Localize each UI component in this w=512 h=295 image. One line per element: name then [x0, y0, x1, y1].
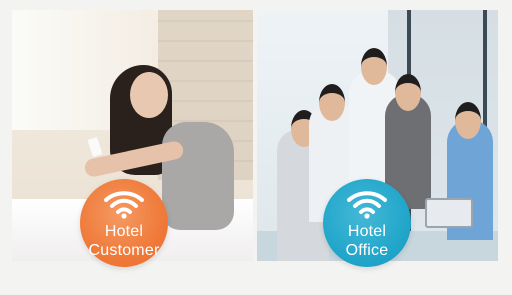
phone-icon [87, 136, 103, 158]
hotel-office-badge: Hotel Office [323, 179, 411, 267]
person-right-head [455, 102, 481, 139]
person-middle-head [361, 48, 387, 85]
badge-label-line2: Office [345, 242, 389, 259]
woman-face [130, 72, 168, 118]
wifi-icon [104, 191, 144, 219]
laptop [425, 198, 473, 228]
person-woman-a-head [319, 84, 345, 121]
badge-label-line1: Hotel [347, 223, 387, 240]
person-woman-b-head [395, 74, 421, 111]
badge-label-line1: Hotel [104, 223, 144, 240]
woman-body [162, 122, 234, 230]
hotel-customer-badge: Hotel Customer [80, 179, 168, 267]
wifi-icon [347, 191, 387, 219]
image-frame: Hotel Customer Hotel Office [0, 0, 512, 295]
badge-label-line2: Customer [88, 242, 160, 259]
